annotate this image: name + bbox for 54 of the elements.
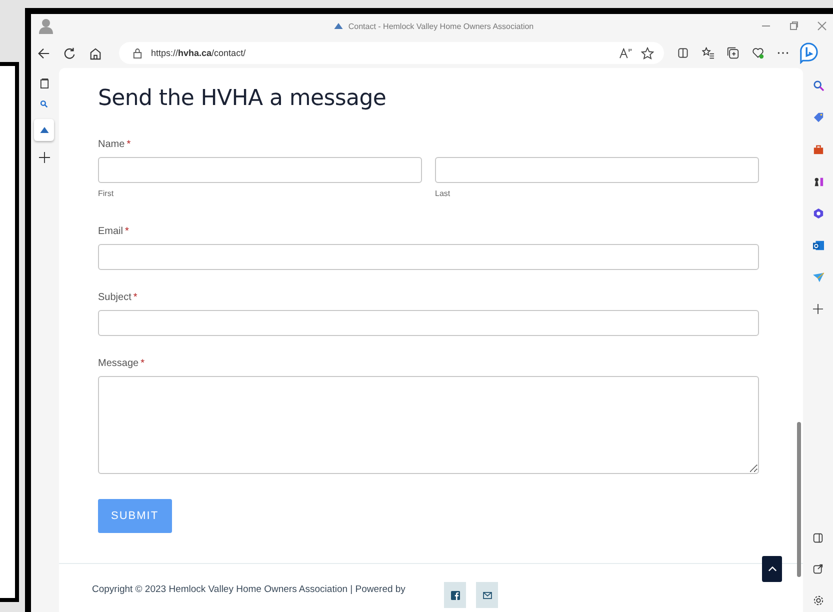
add-icon[interactable] <box>813 304 823 314</box>
field-label: Email * <box>98 226 130 237</box>
hexagon-logo-icon[interactable] <box>812 208 824 219</box>
mail-app-icon[interactable] <box>812 240 824 251</box>
sub-label: Last <box>435 189 452 198</box>
facebook-button[interactable] <box>444 582 466 608</box>
refresh-icon[interactable] <box>63 46 76 60</box>
address-bar[interactable]: https://hvha.ca/contact/ <box>119 42 664 64</box>
external-link-icon[interactable] <box>813 564 823 574</box>
back-icon[interactable] <box>37 46 50 60</box>
toolbox-icon[interactable] <box>812 144 824 155</box>
field-label: Subject * <box>98 292 138 303</box>
facebook-icon <box>450 590 460 600</box>
copyright-text: Copyright © 2023 Hemlock Valley Home Owners Association | Powered by <box>92 584 406 595</box>
search-icon[interactable] <box>40 100 48 108</box>
chevron-up-icon <box>768 566 776 572</box>
search-icon[interactable] <box>812 80 824 91</box>
favorites-icon[interactable] <box>702 47 714 59</box>
restore-icon[interactable] <box>789 21 799 31</box>
browser-tab[interactable] <box>34 119 54 141</box>
mountain-icon <box>40 127 48 133</box>
new-tab-icon[interactable] <box>38 152 50 163</box>
collections-icon[interactable] <box>727 47 739 59</box>
tag-icon[interactable] <box>812 112 824 123</box>
profile-icon[interactable] <box>39 18 53 34</box>
window-title: Contact - Hemlock Valley Home Owners Association <box>348 22 534 30</box>
email-button[interactable] <box>476 582 498 608</box>
chat-logo-icon[interactable] <box>799 42 818 64</box>
back-to-top-button[interactable] <box>762 556 782 582</box>
split-screen-icon[interactable] <box>677 47 689 59</box>
paper-plane-icon[interactable] <box>812 272 824 283</box>
chess-icon[interactable] <box>812 176 824 187</box>
input-field[interactable] <box>435 157 759 183</box>
url-text: https://hvha.ca/contact/ <box>151 48 246 58</box>
more-icon[interactable] <box>777 51 789 55</box>
input-field[interactable] <box>98 244 759 270</box>
close-icon[interactable] <box>817 21 827 31</box>
message-field[interactable] <box>98 376 759 474</box>
tab-actions-icon[interactable] <box>40 78 48 89</box>
field-label: Message * <box>98 358 146 369</box>
read-aloud-icon[interactable] <box>619 48 632 58</box>
field-label: Name * <box>98 139 132 150</box>
settings-icon[interactable] <box>812 595 824 606</box>
star-icon[interactable] <box>641 46 654 60</box>
heart-icon[interactable] <box>752 47 764 59</box>
home-icon[interactable] <box>89 46 102 60</box>
input-field[interactable] <box>98 157 422 183</box>
envelope-icon <box>482 592 492 598</box>
sub-label: First <box>98 189 115 198</box>
sidebar-panel-icon[interactable] <box>813 533 823 543</box>
lock-icon <box>133 48 142 58</box>
mountain-icon <box>334 23 344 29</box>
input-field[interactable] <box>98 310 759 336</box>
page-heading: Send the HVHA a message <box>98 86 388 111</box>
